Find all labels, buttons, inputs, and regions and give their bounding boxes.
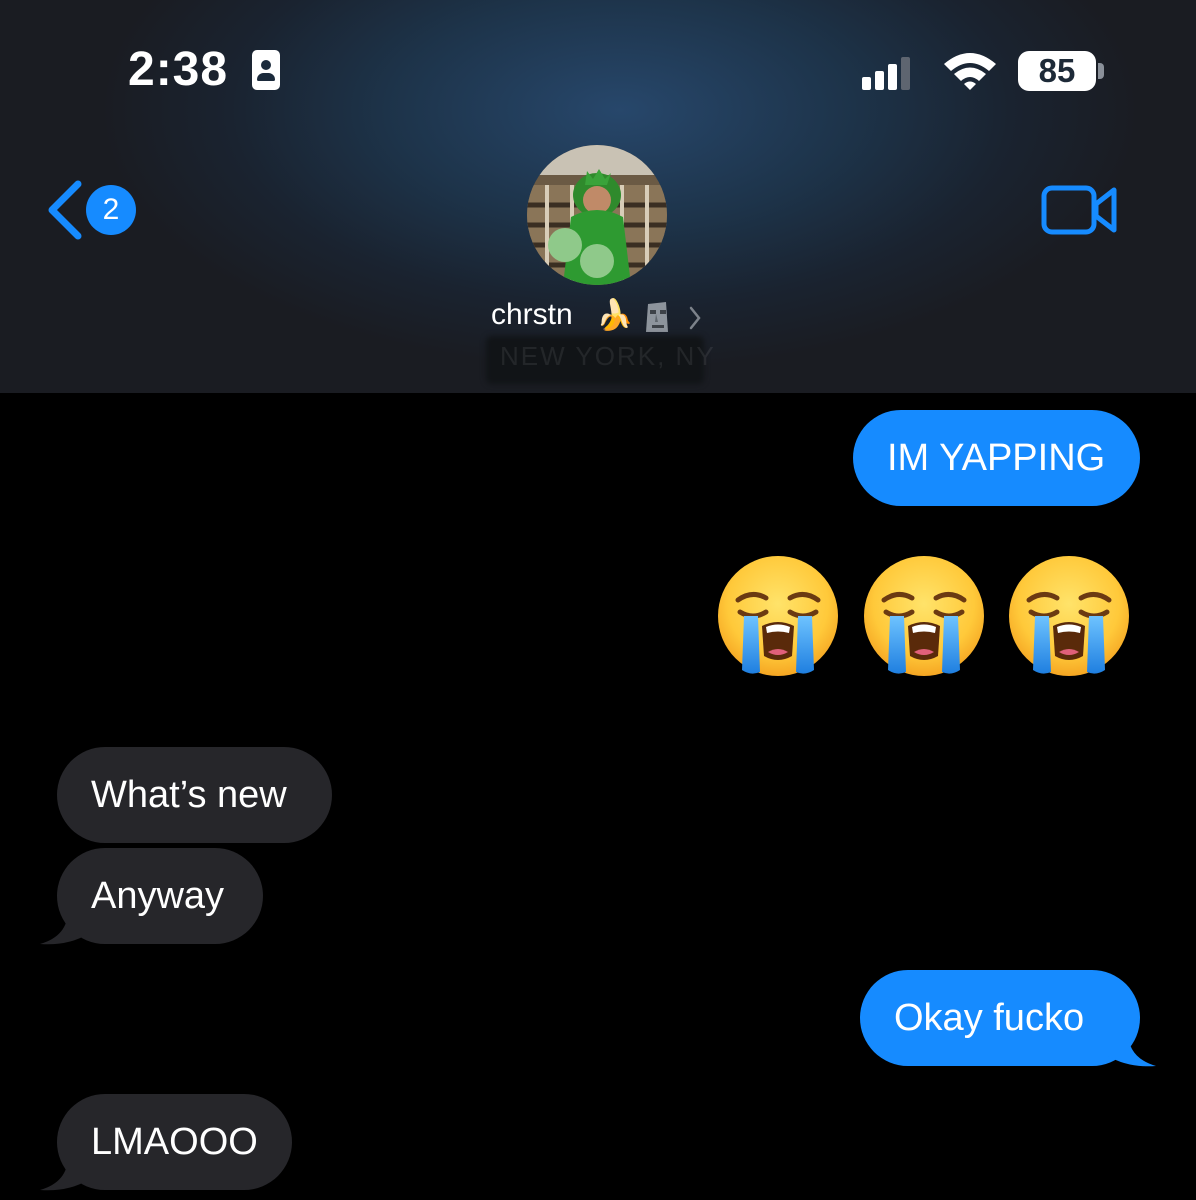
unread-count-badge[interactable]: 2 [86, 185, 136, 235]
message-text: IM YAPPING [887, 437, 1106, 479]
battery-icon: 85 [1018, 51, 1096, 91]
loudly-crying-face-icon[interactable] [716, 554, 840, 678]
moai-icon [646, 302, 668, 332]
contact-name[interactable]: chrstn [491, 298, 573, 332]
message-text: Okay fucko [894, 997, 1085, 1039]
message-bubble-sent[interactable]: Okay fucko [860, 970, 1140, 1066]
message-text: Anyway [91, 875, 225, 917]
conversation-header: 2:38 85 2 chrstn 🍌 NEW YORK, NY [0, 0, 1196, 393]
bubble-tail [1108, 1032, 1156, 1067]
message-bubble-sent[interactable]: IM YAPPING [853, 410, 1140, 506]
status-time: 2:38 [128, 43, 229, 96]
loudly-crying-face-icon[interactable] [862, 554, 986, 678]
signal-icon [862, 54, 912, 90]
chevron-right-icon[interactable] [688, 305, 702, 331]
bubble-tail [40, 1156, 88, 1191]
back-chevron-icon[interactable] [44, 178, 84, 242]
contact-card-icon [252, 50, 280, 90]
loudly-crying-face-icon[interactable] [1007, 554, 1131, 678]
message-text: LMAOOO [91, 1121, 258, 1163]
message-text: What’s new [91, 774, 287, 816]
message-bubble-received[interactable]: What’s new [57, 747, 332, 843]
contact-avatar[interactable] [527, 145, 667, 285]
banana-icon: 🍌 [596, 298, 634, 333]
wifi-icon [944, 53, 996, 90]
contact-location: NEW YORK, NY [500, 341, 716, 371]
bubble-tail [40, 910, 88, 945]
message-bubble-received[interactable]: LMAOOO [57, 1094, 292, 1190]
battery-level: 85 [1038, 52, 1076, 89]
video-call-icon[interactable] [1040, 182, 1120, 238]
battery-cap [1098, 63, 1104, 79]
